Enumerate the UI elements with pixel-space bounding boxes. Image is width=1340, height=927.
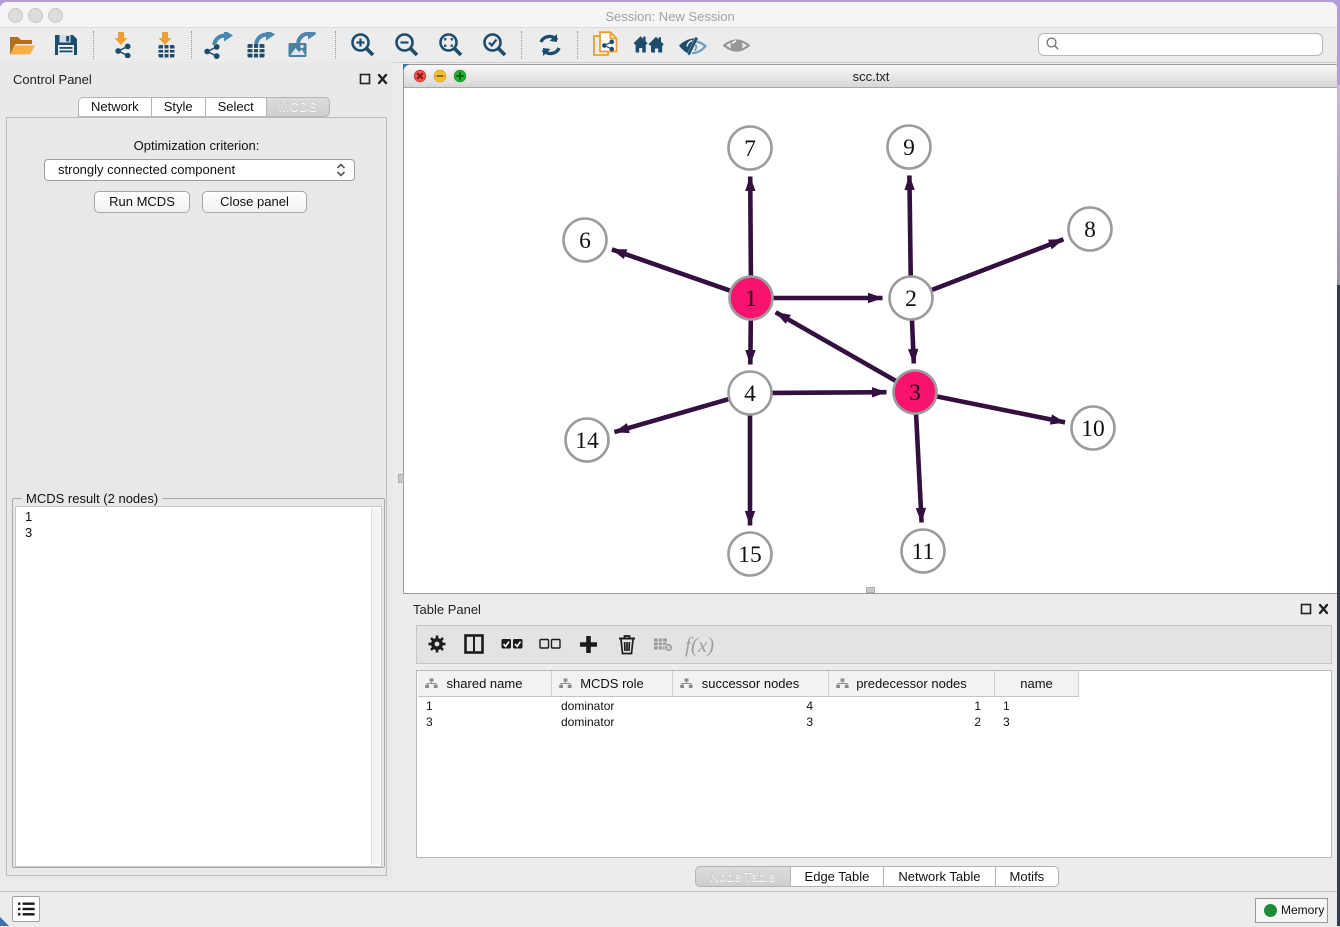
svg-text:7: 7 xyxy=(744,136,756,162)
svg-text:14: 14 xyxy=(575,428,599,454)
svg-text:8: 8 xyxy=(1084,217,1096,243)
svg-text:3: 3 xyxy=(909,380,921,406)
svg-text:10: 10 xyxy=(1081,416,1105,442)
svg-text:15: 15 xyxy=(738,542,762,568)
svg-text:11: 11 xyxy=(912,539,935,565)
svg-text:4: 4 xyxy=(744,381,756,407)
svg-text:1: 1 xyxy=(745,286,757,312)
svg-text:9: 9 xyxy=(903,135,915,161)
svg-text:6: 6 xyxy=(579,228,591,254)
svg-text:2: 2 xyxy=(905,286,917,312)
